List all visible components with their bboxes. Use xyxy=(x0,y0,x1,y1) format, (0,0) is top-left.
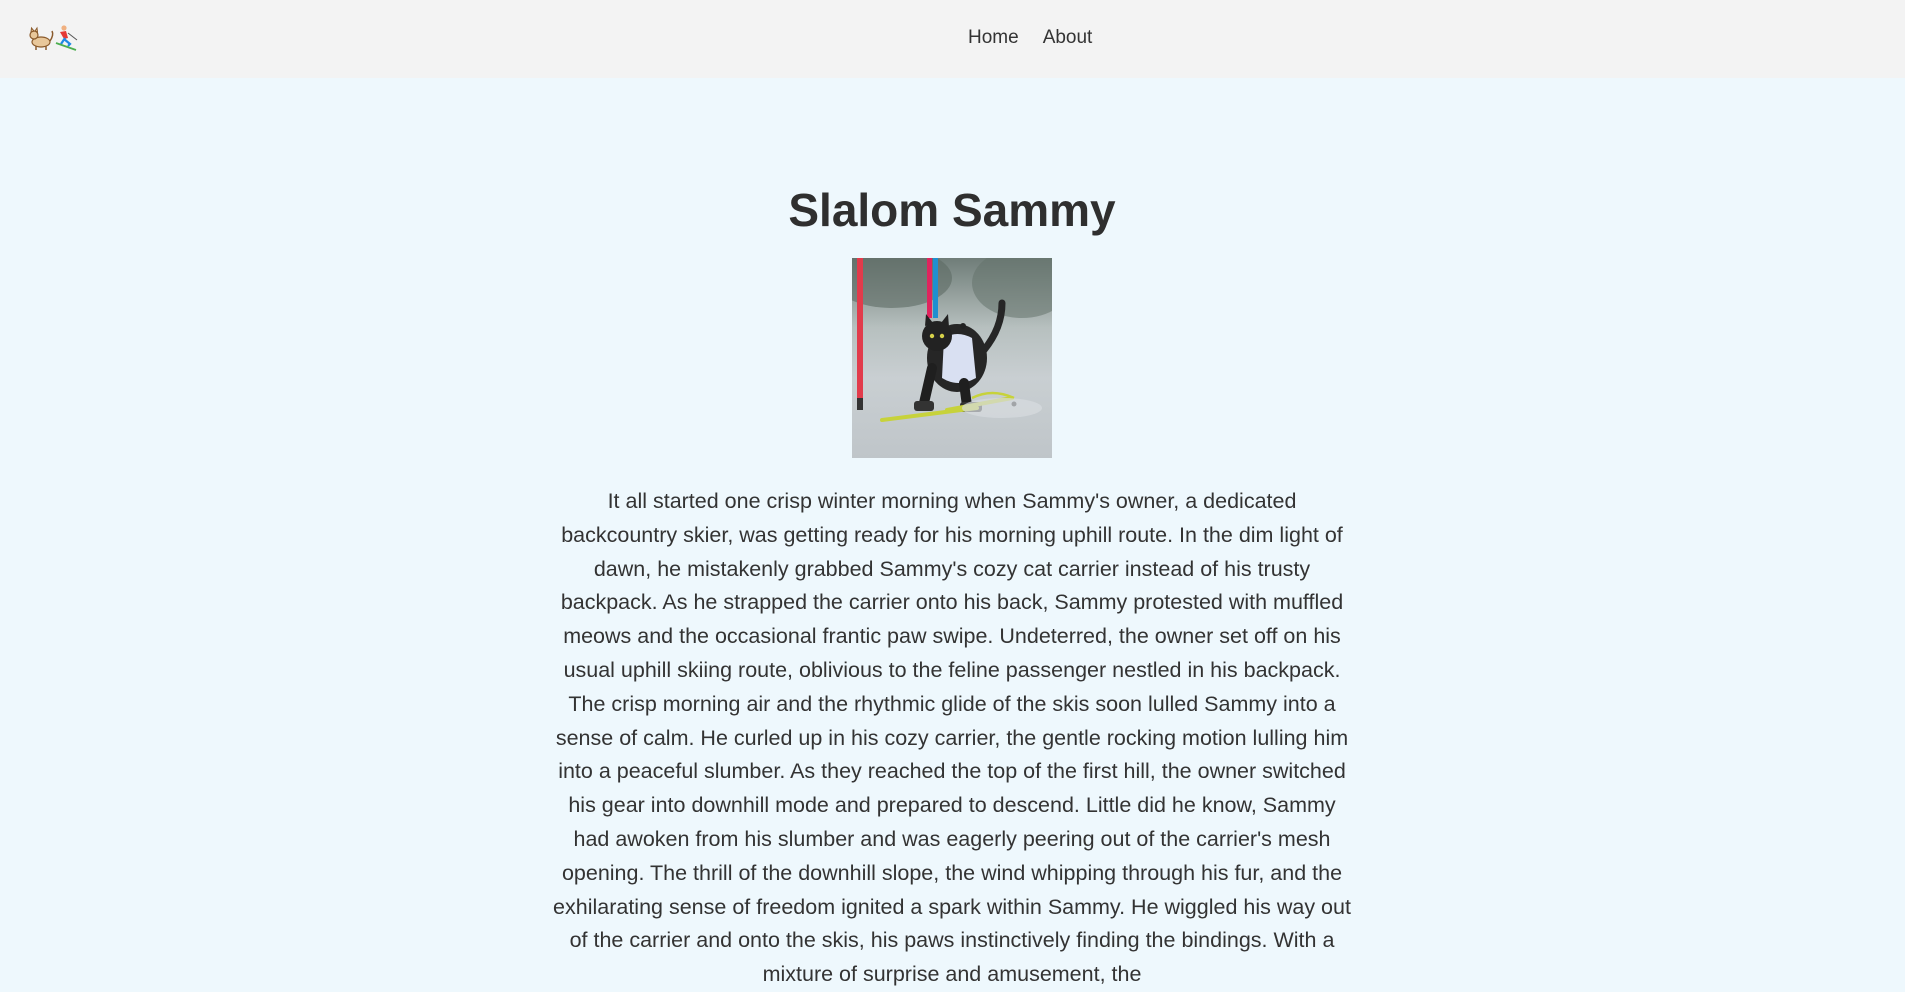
main-content: Slalom Sammy It all started one crisp wi… xyxy=(552,78,1352,992)
cat-icon xyxy=(29,26,54,50)
top-navbar: Home About xyxy=(0,0,1905,78)
skier-icon xyxy=(55,25,78,51)
cat-skiing-slalom-photo xyxy=(852,258,1052,458)
page-title: Slalom Sammy xyxy=(788,184,1116,236)
main-nav: Home About xyxy=(968,27,1116,49)
nav-about-link[interactable]: About xyxy=(1043,27,1093,48)
story-text: It all started one crisp winter morning … xyxy=(553,489,1351,987)
nav-home-link[interactable]: Home xyxy=(968,27,1019,48)
cat-skier-logo-icon[interactable] xyxy=(28,23,82,53)
